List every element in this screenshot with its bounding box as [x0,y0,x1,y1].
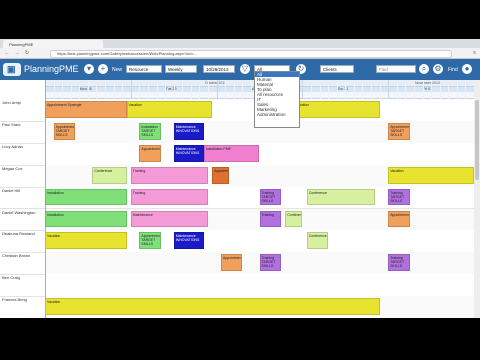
task-block[interactable]: Installation TARGET SKILLS [139,122,161,140]
planning-grid: October 2013 November 2013 Mon 28Tue 29W… [0,80,480,318]
browser-tab[interactable]: PlanningPME [3,40,103,48]
task-block[interactable]: Maintenance INNOVATIONS [173,232,204,250]
video-letterbox [0,318,480,360]
reload-icon[interactable]: ↻ [24,50,30,56]
task-block[interactable]: Appointment [139,144,161,162]
month-label-2: November 2013 [415,81,440,85]
options-chevron-icon[interactable]: ▾ [84,64,94,74]
back-arrow-icon[interactable]: ← [4,50,10,56]
settings-icon[interactable]: ⚙ [433,64,443,74]
find-label: Find [448,67,458,73]
resource-name: John Arhip [2,100,21,105]
filter-option[interactable]: Administration [255,112,299,117]
resource-row-label[interactable]: Megan Cox [0,165,45,188]
task-block[interactable]: Conference [285,210,303,228]
resource-name: Frances Bring [2,297,27,303]
view-select[interactable]: Weekly [165,65,197,73]
new-label: New [112,67,123,73]
task-block[interactable]: Vacation [126,101,213,118]
task-block[interactable]: Conference [306,188,376,206]
task-block[interactable]: Installation PME [203,144,260,162]
add-button[interactable]: + [98,64,108,74]
task-block[interactable]: Vacation [45,232,127,250]
browser-menu-icon[interactable]: ≡ [473,50,476,56]
task-block[interactable]: Appointment [212,166,230,184]
filter-icon[interactable]: ▽ [240,64,250,74]
resource-row-label[interactable]: Paul Stark [0,121,45,144]
planning-row[interactable] [45,274,480,298]
resource-row-label[interactable]: John Arhip [0,99,45,122]
forward-arrow-icon[interactable]: → [14,50,20,56]
resource-name: Paul Stark [2,121,21,127]
address-bar: ← → ↻ https://test.planningpme.com/Galle… [0,48,480,59]
browser-tab-title: PlanningPME [9,42,34,47]
task-block[interactable]: Training TARGET SKILLS [259,254,281,272]
task-block[interactable]: Training [259,210,281,228]
task-block[interactable]: Vacation [293,101,380,118]
task-block[interactable]: Maintenance INNOVATIONS [173,122,204,140]
browser-tab-bar: PlanningPME [0,39,480,48]
filter-dropdown: All Human Material To plan All resources IT Sa… [254,71,300,128]
task-block[interactable]: Maintenance INNOVATIONS [173,144,204,162]
resource-row-label[interactable]: Deakuna Rowland [0,230,45,254]
task-block[interactable]: Appointment TARGET SKILLS [139,232,161,250]
resource-name: Christian Brown [2,253,31,259]
task-block[interactable]: Appointment Synergie [45,101,127,118]
app-logo-icon: ▣ [3,63,21,76]
resource-row-label[interactable]: Ben Craig [0,274,45,298]
resource-row-label[interactable]: Daniel Hill [0,187,45,210]
browser-window: PlanningPME ← → ↻ https://test.planningp… [0,39,480,318]
resource-name: Megan Cox [2,165,23,171]
task-block[interactable]: Installation [45,188,127,206]
url-text: https://test.planningpme.com/Gallery/web… [57,51,198,56]
task-block[interactable]: Appointment [388,210,410,228]
find-input[interactable]: Find [376,65,416,73]
resource-name: Deakuna Rowland [2,231,35,237]
task-block[interactable]: Vacation [45,298,380,315]
task-block[interactable]: Training TARGET SKILLS [259,188,281,206]
resource-select[interactable]: Resource [126,65,162,73]
task-block[interactable]: Appointment TARGET SKILLS [53,122,76,140]
task-block[interactable]: Conference [306,232,329,250]
task-block[interactable]: Installation [45,210,127,228]
resource-name: Lucy Adrian [2,143,23,149]
task-block[interactable]: Appointment TARGET SKILLS [388,122,410,140]
vertical-scrollbar[interactable] [474,80,480,318]
resource-row-label[interactable]: Daniel Washington [0,209,45,232]
task-block[interactable]: Training TARGET SKILLS [388,254,410,272]
task-block[interactable]: Training TARGET SKILLS [388,188,410,206]
resource-row-label[interactable]: Frances Bring [0,296,45,318]
search-icon[interactable]: ⌕ [419,64,429,74]
resource-name: Daniel Hill [2,187,21,193]
resource-row-label[interactable]: Lucy Adrian [0,143,45,166]
task-block[interactable]: Training [130,188,209,206]
task-block[interactable]: Conference [92,166,127,184]
resource-name: Daniel Washington [2,209,36,215]
app-brand: PlanningPME [24,64,79,74]
user-icon[interactable]: ● [462,64,472,74]
resource-column: John Arhip Paul Stark Lucy Adrian Megan Cox… [0,80,46,318]
task-block[interactable]: Training [130,166,209,184]
app-toolbar: ▣ PlanningPME ▾ + New Resource Weekly 10… [0,59,480,80]
url-field[interactable]: https://test.planningpme.com/Gallery/web… [50,50,452,58]
resource-row-label[interactable]: Christian Brown [0,252,45,276]
date-select[interactable]: 10/28/2013 [203,65,235,73]
task-block[interactable]: Maintenance [130,210,209,228]
clients-select[interactable]: Clients [320,65,354,73]
planning-row[interactable] [45,142,480,166]
resource-name: Ben Craig [2,275,20,281]
task-block[interactable]: Vacation [388,166,474,184]
task-block[interactable]: Appointment [220,254,243,272]
